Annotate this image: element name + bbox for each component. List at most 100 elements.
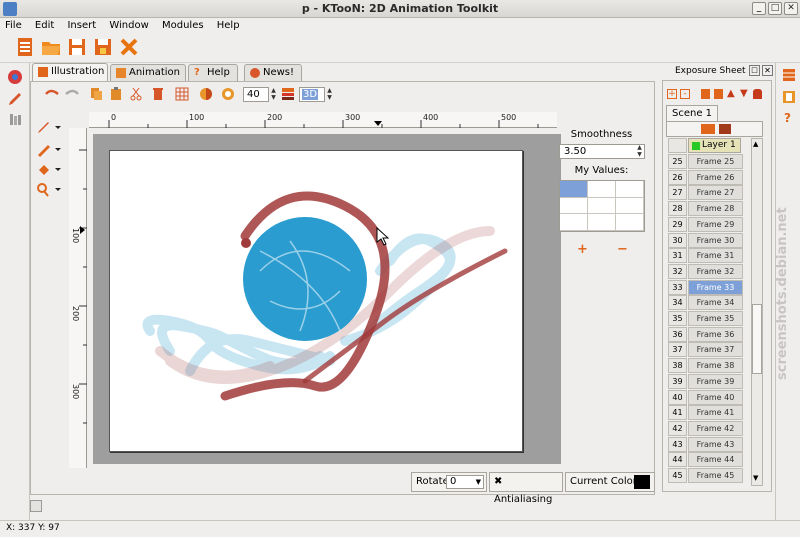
- frame-row[interactable]: 39 Frame 39: [668, 373, 743, 389]
- tab-news[interactable]: News!: [244, 64, 302, 81]
- remove-layer-icon[interactable]: -: [680, 89, 690, 99]
- tab-animation[interactable]: Animation: [110, 64, 186, 81]
- frame-cell[interactable]: Frame 32: [688, 263, 743, 279]
- frame-cell[interactable]: Frame 34: [688, 295, 743, 311]
- frame-row[interactable]: 38 Frame 38: [668, 358, 743, 374]
- frame-cell[interactable]: Frame 36: [688, 326, 743, 342]
- menu-file[interactable]: File: [0, 20, 27, 31]
- status-toggle-icon[interactable]: [30, 500, 42, 512]
- frame-row[interactable]: 29 Frame 29: [668, 216, 743, 232]
- close-project-icon[interactable]: [118, 36, 140, 58]
- frame-cell[interactable]: Frame 26: [688, 169, 743, 185]
- frame-row[interactable]: 32 Frame 32: [668, 263, 743, 279]
- grid-cell[interactable]: [588, 214, 616, 231]
- grid-cell[interactable]: [616, 214, 644, 231]
- menu-modules[interactable]: Modules: [157, 20, 209, 31]
- grid-cell[interactable]: [560, 181, 588, 198]
- scene-tab[interactable]: Scene 1: [666, 105, 718, 121]
- my-values-grid[interactable]: [559, 180, 645, 232]
- drawing-canvas[interactable]: [109, 150, 523, 452]
- frame-row[interactable]: 36 Frame 36: [668, 326, 743, 342]
- brush-icon[interactable]: [7, 91, 23, 107]
- frame-row[interactable]: 25 Frame 25: [668, 154, 743, 169]
- zoom-tool-icon[interactable]: [35, 182, 63, 198]
- tab-help[interactable]: ? Help: [188, 64, 238, 81]
- minimize-button[interactable]: _: [752, 2, 766, 15]
- pen-tool-icon[interactable]: [35, 142, 63, 158]
- frame-cell[interactable]: Frame 25: [688, 154, 743, 169]
- frame-row[interactable]: 34 Frame 34: [668, 295, 743, 311]
- frame-row[interactable]: 26 Frame 26: [668, 169, 743, 185]
- frame-cell[interactable]: Frame 43: [688, 436, 743, 452]
- paste-icon[interactable]: [109, 87, 123, 101]
- frame-row[interactable]: 42 Frame 42: [668, 420, 743, 436]
- layer-visibility-icon[interactable]: [692, 142, 700, 150]
- float-panel-button[interactable]: □: [749, 65, 760, 76]
- grid-icon[interactable]: [175, 87, 189, 101]
- timeline-icon[interactable]: [781, 89, 797, 105]
- onion-skin-icon[interactable]: [199, 87, 213, 101]
- remove-value-button[interactable]: −: [617, 242, 628, 257]
- scroll-down-icon[interactable]: ▼: [753, 474, 758, 482]
- exposure-sheet-icon[interactable]: [781, 67, 797, 83]
- move-up-icon[interactable]: ▲: [727, 89, 735, 99]
- frame-row[interactable]: 45 Frame 45: [668, 468, 743, 483]
- grid-cell[interactable]: [616, 181, 644, 198]
- current-color-swatch[interactable]: [634, 475, 650, 489]
- insert-frame-icon[interactable]: [701, 89, 710, 99]
- fill-tool-icon[interactable]: [35, 162, 63, 178]
- add-layer-icon[interactable]: +: [667, 89, 677, 99]
- smoothness-input[interactable]: 3.50: [559, 144, 645, 159]
- frame-cell[interactable]: Frame 45: [688, 468, 743, 483]
- help-icon[interactable]: ?: [784, 111, 791, 125]
- library-icon[interactable]: [7, 111, 23, 127]
- maximize-button[interactable]: □: [768, 2, 782, 15]
- frame-cell[interactable]: Frame 38: [688, 358, 743, 374]
- grid-cell[interactable]: [616, 197, 644, 215]
- close-panel-button[interactable]: ✕: [762, 65, 773, 76]
- tab-illustration[interactable]: Illustration: [32, 63, 108, 81]
- layer-header[interactable]: Layer 1: [688, 138, 741, 153]
- frame-row[interactable]: 43 Frame 43: [668, 436, 743, 452]
- grid-cell[interactable]: [560, 214, 588, 231]
- frame-row[interactable]: 44 Frame 44: [668, 452, 743, 468]
- layers-color-icon[interactable]: [281, 87, 295, 101]
- frame-cell[interactable]: Frame 44: [688, 452, 743, 468]
- frame-cell[interactable]: Frame 41: [688, 405, 743, 421]
- frame-cell[interactable]: Frame 27: [688, 185, 743, 201]
- delete-icon[interactable]: [151, 87, 165, 101]
- menu-window[interactable]: Window: [104, 20, 153, 31]
- frame-cell[interactable]: Frame 33: [688, 279, 743, 295]
- frame-cell[interactable]: Frame 28: [688, 201, 743, 217]
- copy-icon[interactable]: [89, 87, 103, 101]
- view-mode-stepper[interactable]: ▲ ▼: [325, 87, 334, 102]
- frame-cell[interactable]: Frame 39: [688, 373, 743, 389]
- cut-icon[interactable]: [129, 87, 143, 101]
- frame-row[interactable]: 40 Frame 40: [668, 389, 743, 405]
- close-button[interactable]: ✕: [784, 2, 798, 15]
- add-scene-icon[interactable]: [701, 124, 715, 134]
- camera-icon[interactable]: [719, 124, 731, 134]
- frame-row[interactable]: 30 Frame 30: [668, 232, 743, 248]
- scrollbar-thumb[interactable]: [752, 304, 762, 374]
- grid-cell[interactable]: [588, 181, 616, 198]
- frame-row[interactable]: 41 Frame 41: [668, 405, 743, 421]
- pencil-tool-icon[interactable]: [35, 120, 63, 136]
- add-value-button[interactable]: +: [577, 242, 588, 257]
- frame-row[interactable]: 27 Frame 27: [668, 185, 743, 201]
- grid-cell[interactable]: [588, 197, 616, 215]
- remove-frame-icon[interactable]: [714, 89, 723, 99]
- view-mode-input[interactable]: 3D: [299, 87, 325, 102]
- redo-icon[interactable]: [65, 87, 79, 101]
- rotate-select[interactable]: 0 ▼: [446, 475, 484, 489]
- save-icon[interactable]: [66, 36, 88, 58]
- exposure-scrollbar[interactable]: ▲ ▼: [751, 138, 763, 486]
- new-file-icon[interactable]: [14, 36, 36, 58]
- open-folder-icon[interactable]: [40, 36, 62, 58]
- frame-cell[interactable]: Frame 29: [688, 216, 743, 232]
- lock-icon[interactable]: [753, 89, 762, 99]
- save-as-icon[interactable]: [92, 36, 114, 58]
- frame-row[interactable]: 31 Frame 31: [668, 248, 743, 264]
- undo-icon[interactable]: [45, 87, 59, 101]
- light-table-icon[interactable]: [221, 87, 235, 101]
